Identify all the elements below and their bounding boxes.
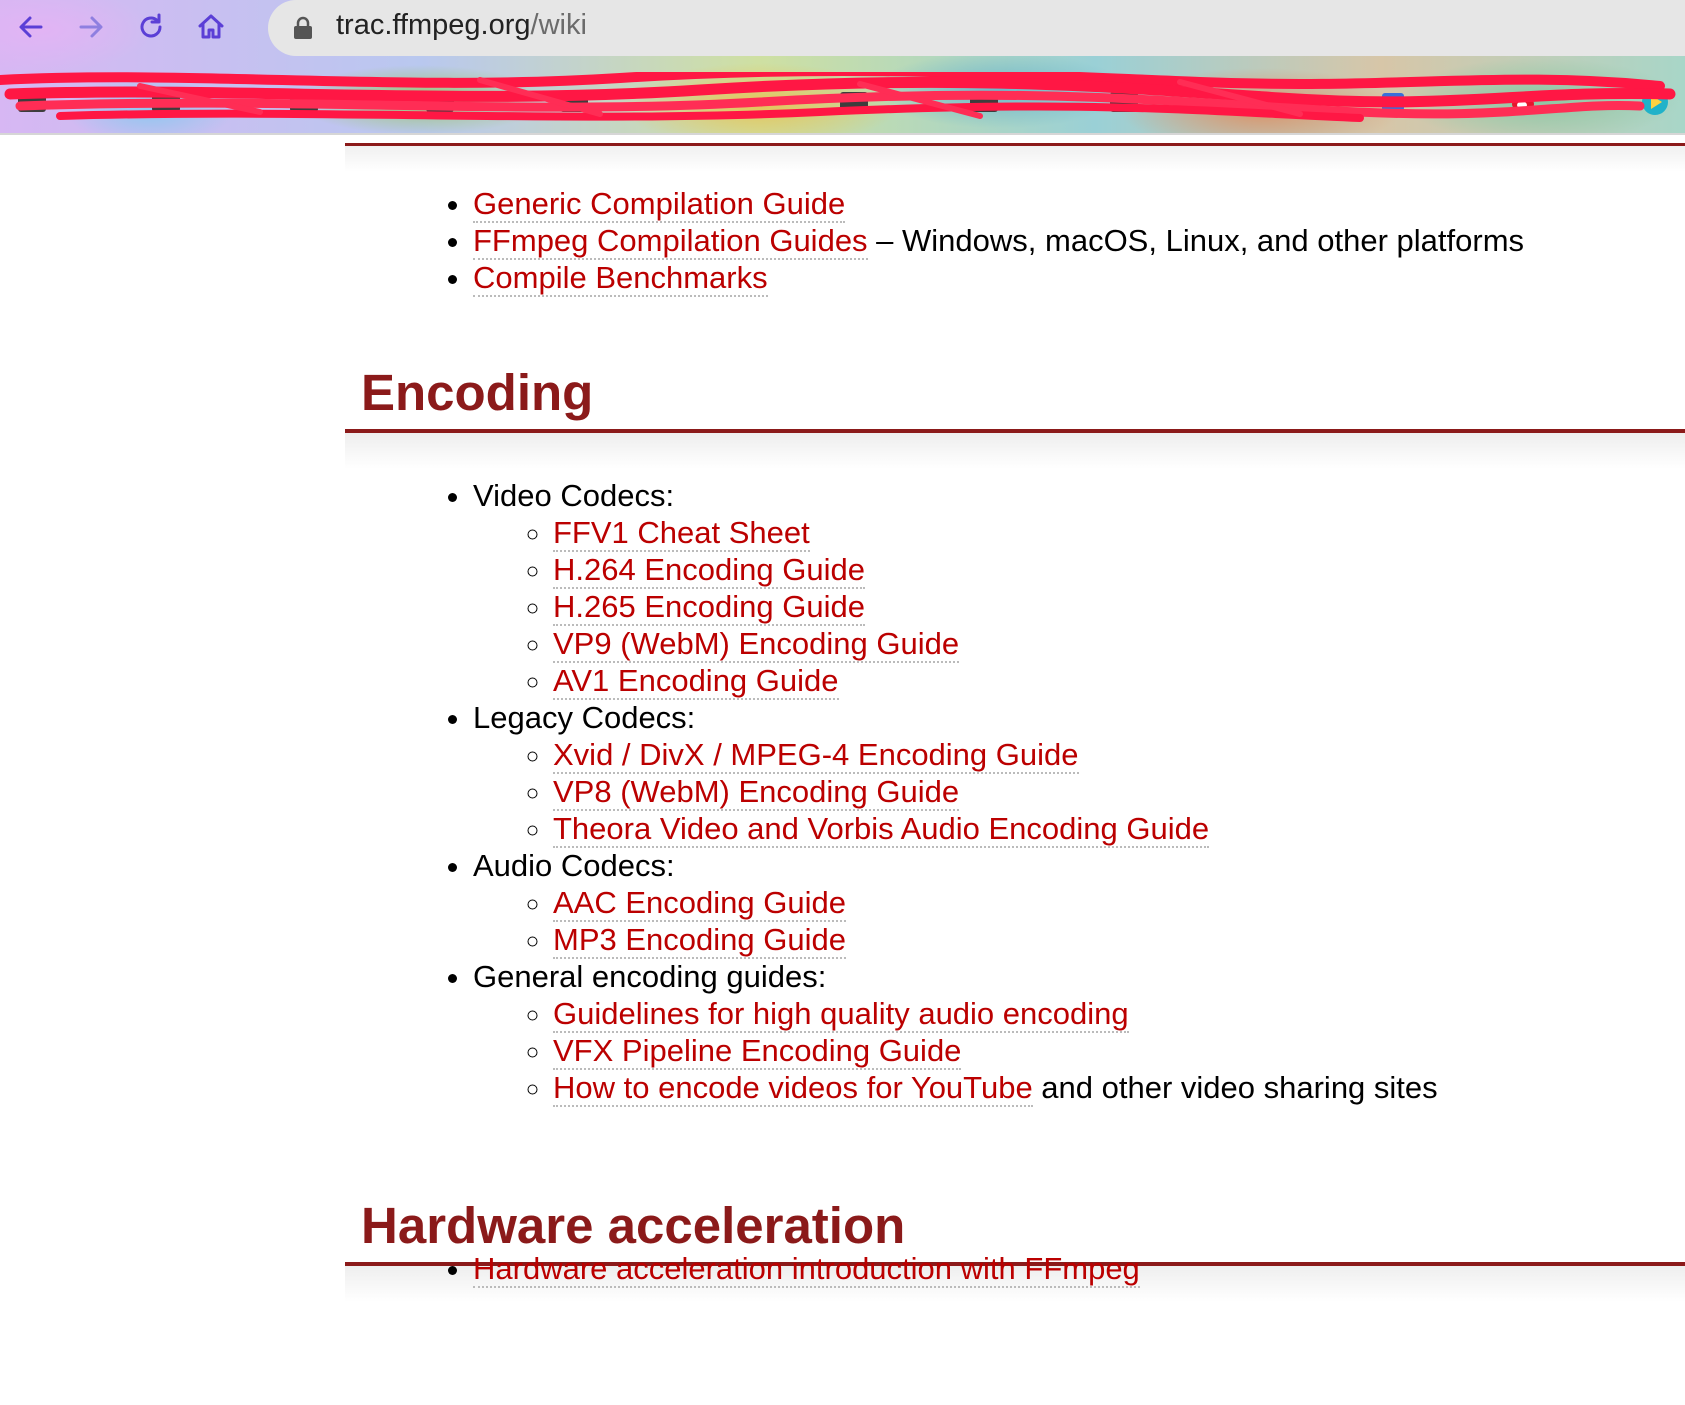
section-shadow	[345, 146, 1685, 172]
section-shadow	[345, 433, 1685, 469]
back-button[interactable]	[10, 6, 52, 48]
list-item: MP3 Encoding Guide	[553, 921, 1438, 959]
list-item: VP9 (WebM) Encoding Guide	[553, 625, 1438, 663]
list-item: Video Codecs: FFV1 Cheat Sheet H.264 Enc…	[473, 477, 1438, 700]
list-item: AAC Encoding Guide	[553, 884, 1438, 922]
list-item-note: – Windows, macOS, Linux, and other platf…	[867, 223, 1525, 258]
list-item-note: and other video sharing sites	[1032, 1070, 1438, 1105]
list-item: Audio Codecs: AAC Encoding Guide MP3 Enc…	[473, 847, 1438, 959]
bookmark-folder[interactable]	[18, 86, 46, 118]
vfx-pipeline-encoding-guide-link[interactable]: VFX Pipeline Encoding Guide	[553, 1033, 962, 1070]
list-item: VFX Pipeline Encoding Guide	[553, 1032, 1438, 1070]
bookmark-folder[interactable]	[426, 86, 454, 118]
theora-vorbis-encoding-guide-link[interactable]: Theora Video and Vorbis Audio Encoding G…	[553, 811, 1210, 848]
vp8-encoding-guide-link[interactable]: VP8 (WebM) Encoding Guide	[553, 774, 960, 811]
h265-encoding-guide-link[interactable]: H.265 Encoding Guide	[553, 589, 865, 626]
folder-icon	[970, 92, 998, 112]
previous-heading-fragment	[470, 135, 830, 141]
folder-icon	[1110, 92, 1138, 112]
list-item: General encoding guides: Guidelines for …	[473, 958, 1438, 1107]
bookmark-site-icon	[1382, 93, 1404, 111]
list-item: H.264 Encoding Guide	[553, 551, 1438, 589]
play-icon	[1642, 89, 1668, 115]
compilation-list: Generic Compilation Guide FFmpeg Compila…	[345, 185, 1525, 297]
folder-icon	[840, 92, 868, 112]
folder-icon	[18, 92, 46, 112]
address-bar[interactable]: trac.ffmpeg.org/wiki	[268, 0, 1685, 56]
high-quality-audio-guidelines-link[interactable]: Guidelines for high quality audio encodi…	[553, 996, 1129, 1033]
group-label: General encoding guides:	[473, 959, 827, 994]
list-item: FFV1 Cheat Sheet	[553, 514, 1438, 552]
bookmark-item[interactable]	[1380, 86, 1406, 118]
ffmpeg-compilation-guides-link[interactable]: FFmpeg Compilation Guides	[473, 223, 868, 260]
browser-chrome: trac.ffmpeg.org/wiki	[0, 0, 1685, 135]
sub-list: AAC Encoding Guide MP3 Encoding Guide	[473, 884, 1438, 959]
arrow-right-icon	[79, 16, 103, 38]
reload-button[interactable]	[130, 6, 172, 48]
folder-icon	[560, 92, 588, 112]
group-label: Video Codecs:	[473, 478, 675, 513]
list-item: VP8 (WebM) Encoding Guide	[553, 773, 1438, 811]
list-item: Guidelines for high quality audio encodi…	[553, 995, 1438, 1033]
list-item: H.265 Encoding Guide	[553, 588, 1438, 626]
list-item: Xvid / DivX / MPEG-4 Encoding Guide	[553, 736, 1438, 774]
bookmark-folder[interactable]	[152, 86, 180, 118]
home-button[interactable]	[190, 6, 232, 48]
arrow-left-icon	[19, 16, 43, 38]
home-icon	[198, 14, 224, 39]
encoding-list: Video Codecs: FFV1 Cheat Sheet H.264 Enc…	[345, 477, 1438, 1107]
bookmark-site-icon	[1247, 91, 1269, 113]
list-item: Generic Compilation Guide	[473, 185, 1524, 223]
list-item: Compile Benchmarks	[473, 259, 1524, 297]
ffv1-cheat-sheet-link[interactable]: FFV1 Cheat Sheet	[553, 515, 810, 552]
aac-encoding-guide-link[interactable]: AAC Encoding Guide	[553, 885, 846, 922]
lock-icon	[294, 16, 312, 39]
h264-encoding-guide-link[interactable]: H.264 Encoding Guide	[553, 552, 865, 589]
bookmark-folder[interactable]	[560, 86, 588, 118]
hwaccel-intro-link[interactable]: Hardware acceleration introduction with …	[473, 1251, 1140, 1288]
bookmark-item[interactable]	[1510, 86, 1538, 118]
bookmark-item[interactable]	[1640, 86, 1670, 118]
bookmark-folder[interactable]	[840, 86, 868, 118]
list-item: Hardware acceleration introduction with …	[473, 1250, 1140, 1288]
weibo-icon	[1512, 91, 1537, 112]
url-host: trac.ffmpeg.org	[336, 9, 531, 41]
encoding-heading: Encoding	[361, 364, 594, 421]
hardware-list: Hardware acceleration introduction with …	[345, 1250, 1140, 1288]
vp9-encoding-guide-link[interactable]: VP9 (WebM) Encoding Guide	[553, 626, 960, 663]
sub-list: FFV1 Cheat Sheet H.264 Encoding Guide H.…	[473, 514, 1438, 700]
bookmark-folder[interactable]	[1110, 86, 1138, 118]
bookmark-item[interactable]	[1245, 86, 1271, 118]
url-path: /wiki	[530, 9, 587, 41]
bookmark-folder[interactable]	[290, 86, 318, 118]
wiki-content: Generic Compilation Guide FFmpeg Compila…	[0, 135, 1685, 1405]
xvid-divx-mpeg4-encoding-guide-link[interactable]: Xvid / DivX / MPEG-4 Encoding Guide	[553, 737, 1079, 774]
reload-icon	[140, 13, 162, 38]
hardware-heading: Hardware acceleration	[361, 1197, 906, 1254]
forward-button[interactable]	[70, 6, 112, 48]
list-item: FFmpeg Compilation Guides – Windows, mac…	[473, 222, 1525, 260]
bookmarks-bar	[0, 72, 1685, 132]
list-item: AV1 Encoding Guide	[553, 662, 1438, 700]
folder-icon	[290, 92, 318, 112]
group-label: Audio Codecs:	[473, 848, 675, 883]
group-label: Legacy Codecs:	[473, 700, 696, 735]
compile-benchmarks-link[interactable]: Compile Benchmarks	[473, 260, 768, 297]
sub-list: Guidelines for high quality audio encodi…	[473, 995, 1438, 1107]
folder-icon	[152, 92, 180, 112]
sub-list: Xvid / DivX / MPEG-4 Encoding Guide VP8 …	[473, 736, 1438, 848]
av1-encoding-guide-link[interactable]: AV1 Encoding Guide	[553, 663, 839, 700]
encoding-section-header: Encoding	[345, 363, 1685, 469]
bookmark-folder[interactable]	[970, 86, 998, 118]
folder-icon	[426, 92, 454, 112]
youtube-encoding-link[interactable]: How to encode videos for YouTube	[553, 1070, 1033, 1107]
generic-compilation-guide-link[interactable]: Generic Compilation Guide	[473, 186, 846, 223]
mp3-encoding-guide-link[interactable]: MP3 Encoding Guide	[553, 922, 846, 959]
list-item: Legacy Codecs: Xvid / DivX / MPEG-4 Enco…	[473, 699, 1438, 848]
list-item: How to encode videos for YouTube and oth…	[553, 1069, 1438, 1107]
list-item: Theora Video and Vorbis Audio Encoding G…	[553, 810, 1438, 848]
url-text: trac.ffmpeg.org/wiki	[336, 9, 587, 42]
